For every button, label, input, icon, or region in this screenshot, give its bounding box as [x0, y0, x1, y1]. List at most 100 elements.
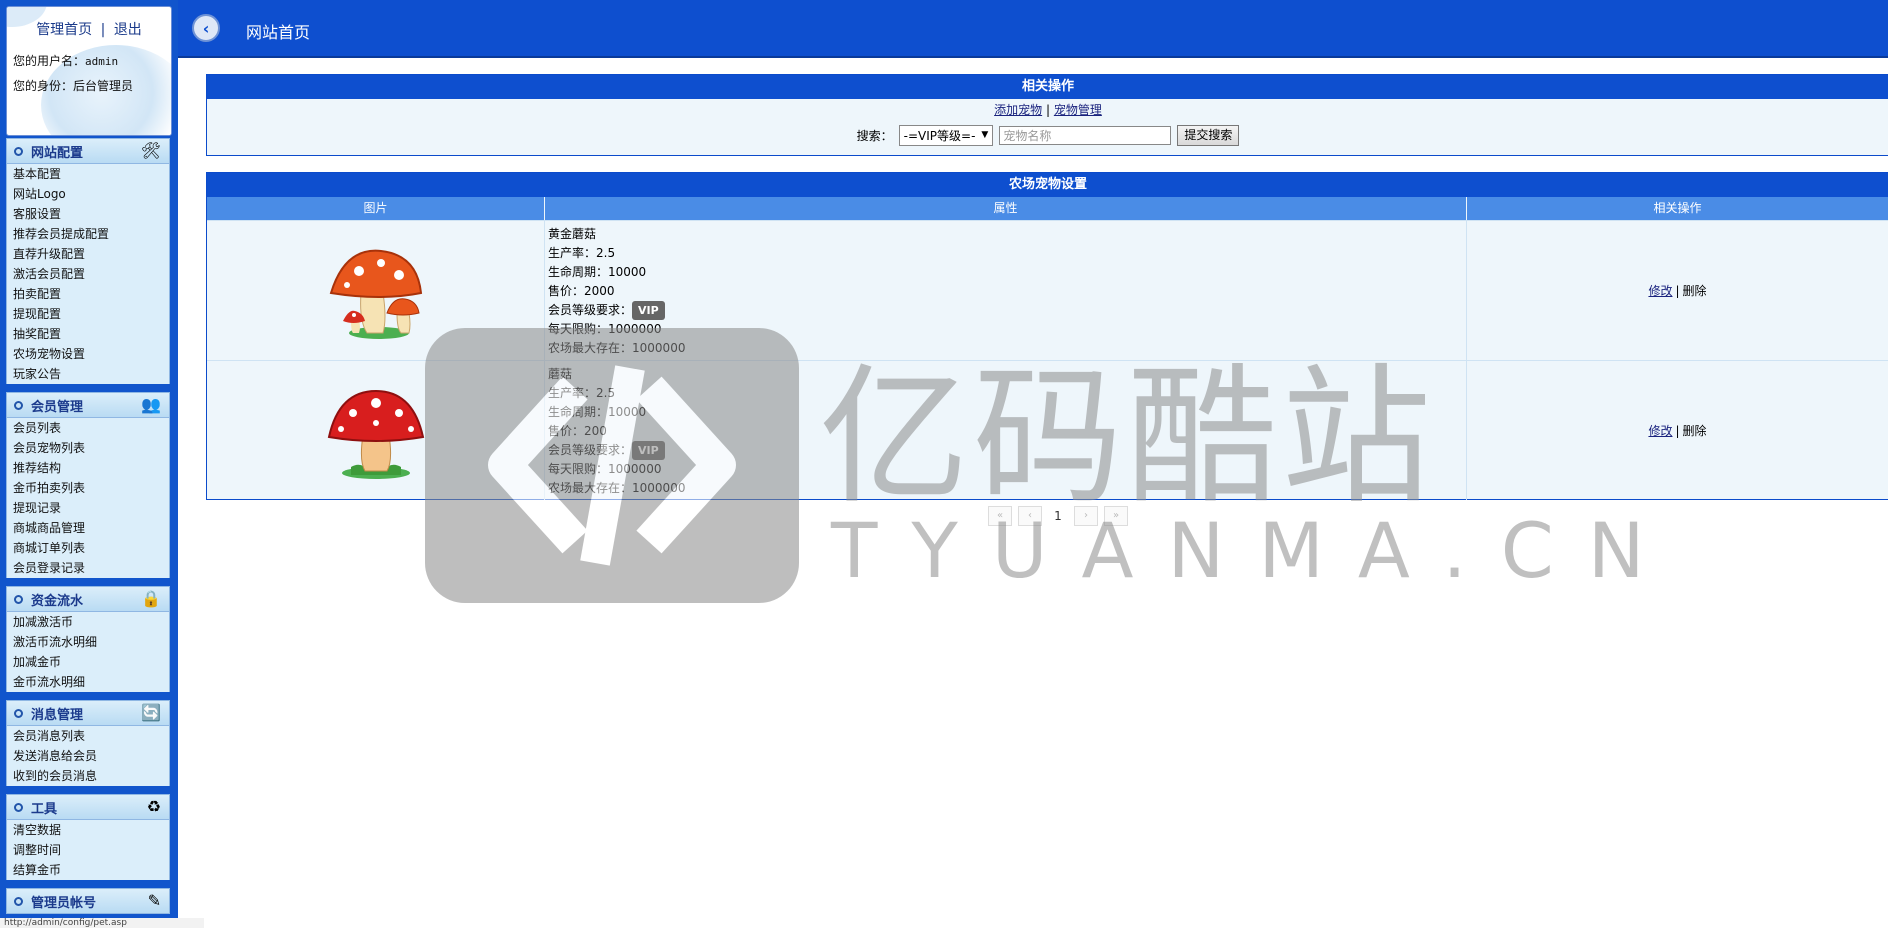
separator: |	[100, 22, 106, 38]
menu-item[interactable]: 客服设置	[7, 204, 169, 224]
tools-icon: 🛠	[140, 141, 161, 160]
user-info: 您的用户名：admin 您的身份：后台管理员	[13, 49, 171, 99]
role-row: 您的身份：后台管理员	[13, 74, 171, 99]
separator: |	[1045, 103, 1051, 117]
submit-search-button[interactable]: 提交搜索	[1177, 124, 1240, 146]
edit-link[interactable]: 修改	[1648, 422, 1672, 439]
add-pet-link[interactable]: 添加宠物	[994, 103, 1042, 117]
menu-item[interactable]: 拍卖配置	[7, 284, 169, 304]
menu-group-tools: 工具 ♻ 清空数据 调整时间 结算金币	[6, 794, 170, 880]
pet-daily: 每天限购：1000000	[548, 320, 1466, 339]
menu-item[interactable]: 推荐会员提成配置	[7, 224, 169, 244]
menu-item[interactable]: 会员登录记录	[7, 558, 169, 578]
menu-item[interactable]: 加减金币	[7, 652, 169, 672]
sidebar: 管理首页 | 退出 您的用户名：admin 您的身份：后台管理员 网站配置 🛠 基…	[0, 0, 178, 928]
bullet-icon	[14, 400, 23, 410]
menu-item[interactable]: 基本配置	[7, 164, 169, 184]
menu-group-header[interactable]: 管理员帐号 ✎	[6, 888, 170, 914]
menu-group-title: 消息管理	[31, 707, 84, 723]
menu-group-header[interactable]: 网站配置 🛠	[6, 138, 170, 164]
menu-item[interactable]: 金币流水明细	[7, 672, 169, 692]
pet-manage-link[interactable]: 宠物管理	[1054, 103, 1102, 117]
menu-item[interactable]: 激活币流水明细	[7, 632, 169, 652]
edit-link[interactable]: 修改	[1648, 282, 1672, 299]
menu-item[interactable]: 激活会员配置	[7, 264, 169, 284]
pet-name-input[interactable]: 宠物名称	[999, 125, 1172, 145]
menu-item[interactable]: 调整时间	[7, 840, 169, 860]
rate-label: 生产率：	[548, 386, 597, 400]
menu-item[interactable]: 发送消息给会员	[7, 746, 169, 766]
last-page-button[interactable]: »	[1104, 506, 1128, 526]
rate-value: 2.5	[596, 246, 616, 260]
menu-group-header[interactable]: 会员管理 👥	[6, 392, 170, 418]
bullet-icon	[14, 708, 23, 718]
golden-mushroom-icon	[329, 249, 422, 339]
ops-panel-title: 相关操作	[207, 75, 1888, 99]
life-label: 生命周期：	[548, 405, 609, 419]
life-value: 10000	[608, 405, 647, 419]
back-icon[interactable]: ‹	[192, 14, 220, 42]
pet-max: 农场最大存在：1000000	[548, 479, 1466, 498]
menu-item[interactable]: 商城商品管理	[7, 518, 169, 538]
menu-item[interactable]: 提现配置	[7, 304, 169, 324]
pet-rate: 生产率：2.5	[548, 384, 1466, 403]
next-page-button[interactable]: ›	[1074, 506, 1098, 526]
search-bar: 搜索： -=VIP等级=- ▼ 宠物名称 提交搜索	[207, 121, 1888, 149]
prev-page-button[interactable]: ‹	[1018, 506, 1042, 526]
max-label: 农场最大存在：	[548, 341, 633, 355]
separator: |	[1675, 283, 1680, 298]
table-header: 图片 属性 相关操作	[207, 197, 1888, 220]
menu-item[interactable]: 农场宠物设置	[7, 344, 169, 364]
main-content: 相关操作 添加宠物 | 宠物管理 搜索： -=VIP等级=- ▼ 宠物名称 提交…	[178, 56, 1888, 928]
life-label: 生命周期：	[548, 265, 609, 279]
menu-item[interactable]: 玩家公告	[7, 364, 169, 384]
menu-item[interactable]: 收到的会员消息	[7, 766, 169, 786]
logout-link[interactable]: 退出	[114, 22, 142, 38]
menu-item[interactable]: 会员消息列表	[7, 726, 169, 746]
vip-level-select[interactable]: -=VIP等级=- ▼	[898, 124, 994, 146]
delete-link[interactable]: 删除	[1683, 422, 1707, 439]
top-links: 管理首页 | 退出	[7, 19, 171, 39]
max-value: 1000000	[632, 481, 686, 495]
menu-item[interactable]: 抽奖配置	[7, 324, 169, 344]
sync-icon: 🔄	[141, 703, 161, 722]
max-label: 农场最大存在：	[548, 481, 633, 495]
menu-item[interactable]: 提现记录	[7, 498, 169, 518]
menu-item[interactable]: 网站Logo	[7, 184, 169, 204]
pet-name: 黄金蘑菇	[548, 227, 597, 241]
menu-item[interactable]: 直荐升级配置	[7, 244, 169, 264]
menu-item[interactable]: 清空数据	[7, 820, 169, 840]
pet-price: 售价：200	[548, 422, 1466, 441]
vip-badge: VIP	[632, 441, 665, 460]
vip-label: 会员等级要求：	[548, 303, 633, 317]
rate-label: 生产率：	[548, 246, 597, 260]
daily-value: 1000000	[608, 322, 662, 336]
ops-links: 添加宠物 | 宠物管理	[207, 99, 1888, 121]
menu-group-header[interactable]: 资金流水 🔒	[6, 586, 170, 612]
menu-item[interactable]: 推荐结构	[7, 458, 169, 478]
current-page[interactable]: 1	[1048, 507, 1068, 525]
menu-item[interactable]: 金币拍卖列表	[7, 478, 169, 498]
username: admin	[85, 55, 119, 68]
menu-item[interactable]: 商城订单列表	[7, 538, 169, 558]
first-page-button[interactable]: «	[988, 506, 1012, 526]
column-header-attributes: 属性	[545, 197, 1467, 220]
pets-panel: 农场宠物设置 图片 属性 相关操作 黄金蘑菇 生产率：2.5 生命周期：1000…	[206, 172, 1888, 500]
search-label: 搜索：	[856, 128, 893, 143]
menu-item[interactable]: 结算金币	[7, 860, 169, 880]
admin-home-link[interactable]: 管理首页	[36, 22, 92, 38]
menu-item[interactable]: 加减激活币	[7, 612, 169, 632]
price-label: 售价：	[548, 424, 585, 438]
menu-group-header[interactable]: 消息管理 🔄	[6, 700, 170, 726]
life-value: 10000	[608, 265, 647, 279]
table-row: 蘑菇 生产率：2.5 生命周期：10000 售价：200 会员等级要求： VIP …	[207, 360, 1888, 500]
username-label: 您的用户名：	[13, 54, 86, 68]
menu-group-header[interactable]: 工具 ♻	[6, 794, 170, 820]
menu-item[interactable]: 会员宠物列表	[7, 438, 169, 458]
daily-label: 每天限购：	[548, 462, 609, 476]
delete-link[interactable]: 删除	[1683, 282, 1707, 299]
daily-value: 1000000	[608, 462, 662, 476]
edit-icon: ✎	[147, 891, 161, 910]
menu-item[interactable]: 会员列表	[7, 418, 169, 438]
pet-life: 生命周期：10000	[548, 403, 1466, 422]
